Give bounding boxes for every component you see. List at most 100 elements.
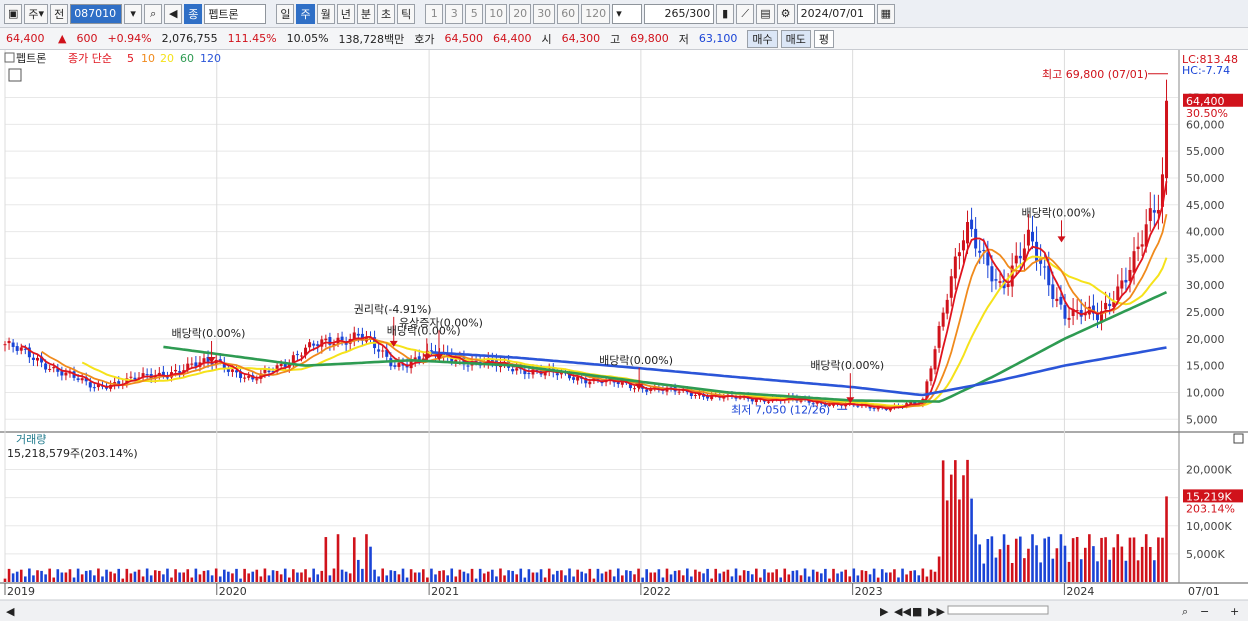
candle-type-icon[interactable]: ▮ (716, 3, 735, 24)
period-tab-3[interactable]: 년 (336, 3, 355, 24)
interval-button-5[interactable]: 5 (465, 3, 484, 24)
interval-button-1[interactable]: 1 (425, 3, 444, 24)
volume-bar (174, 569, 177, 582)
scroll-right-icon[interactable]: ▶ (880, 605, 889, 618)
period-tab-0[interactable]: 일 (276, 3, 295, 24)
volume-bar (592, 578, 596, 582)
period-tab-2[interactable]: 월 (316, 3, 335, 24)
volume-tick-label: 10,000K (1186, 520, 1232, 533)
period-tab-5[interactable]: 초 (376, 3, 396, 24)
candle-body (645, 389, 649, 392)
volume-bar (320, 570, 324, 582)
save-icon[interactable]: ▤ (756, 3, 775, 24)
stock-code-input[interactable]: 087010 (70, 3, 123, 24)
stop-icon[interactable]: ■ (912, 605, 922, 618)
volume-bar (933, 571, 937, 582)
volume-bar (706, 568, 709, 582)
candle-body (1063, 305, 1067, 319)
interval-button-10[interactable]: 10 (485, 3, 508, 24)
candle-body (60, 371, 64, 376)
volume-bar (328, 575, 332, 582)
volume-bar (361, 568, 364, 582)
volume-bar (365, 534, 368, 582)
volume-bar (117, 568, 121, 582)
volume-bar (612, 576, 616, 582)
zoom-out-icon[interactable]: − (1200, 605, 1209, 618)
candle-body (7, 340, 11, 344)
candle-body (941, 312, 945, 327)
period-tab-1[interactable]: 주 (296, 3, 315, 24)
candle-body (393, 365, 397, 367)
scope-button[interactable]: 전 (50, 3, 69, 24)
stock-name-field[interactable]: 펩트론 (204, 3, 267, 24)
interval-select[interactable]: ▾ (612, 3, 643, 24)
evaluate-button[interactable]: 평 (813, 29, 835, 48)
legend-ma-20: 20 (160, 52, 174, 65)
sell-button[interactable]: 매도 (780, 29, 811, 48)
volume-bar (1059, 534, 1063, 582)
gear-icon[interactable]: ⚙ (776, 3, 795, 24)
calendar-icon[interactable]: ▦ (876, 3, 895, 24)
volume-bar (954, 460, 957, 582)
candle-body (738, 397, 742, 399)
candle-body (340, 336, 344, 341)
candle-body (1124, 279, 1128, 283)
volume-bar (1100, 537, 1103, 582)
speaker-icon[interactable]: ◀ (164, 3, 183, 24)
interval-button-3[interactable]: 3 (445, 3, 464, 24)
period-tab-6[interactable]: 틱 (397, 3, 416, 24)
interval-button-60[interactable]: 60 (557, 3, 580, 24)
volume-bar (763, 569, 766, 582)
volume-bar (170, 577, 173, 582)
volume-bar (604, 571, 608, 582)
stock-chart[interactable]: 5,000 10,000 15,000 20,000 25,000 30,000 35,00… (0, 50, 1248, 621)
candle-body (263, 369, 267, 373)
volume-bar (438, 570, 441, 582)
interval-button-30[interactable]: 30 (533, 3, 556, 24)
volume-bar (710, 578, 713, 582)
volume-bar (474, 578, 478, 582)
scroll-left-icon[interactable]: ◀ (6, 605, 15, 618)
volume-bar (681, 575, 685, 582)
volume-bar (478, 568, 482, 582)
candle-body (52, 367, 56, 369)
candle-body (255, 379, 259, 381)
volume-bar (409, 569, 413, 582)
window-menu-icon[interactable]: ▣ (4, 3, 23, 24)
interval-button-20[interactable]: 20 (509, 3, 532, 24)
period-tab-4[interactable]: 분 (356, 3, 375, 24)
market-select[interactable]: 주 ▾ (24, 3, 49, 24)
zoom-icon[interactable]: ⌕ (1182, 605, 1188, 618)
volume-bar (673, 570, 677, 582)
bar-count-input[interactable]: 265/300 (644, 3, 715, 24)
volume-bar (982, 563, 986, 582)
volume-bar (576, 569, 579, 582)
volume-bar (198, 574, 202, 582)
candle-body (308, 342, 312, 348)
high-price: 69,800 (630, 32, 669, 45)
current-price-value: 64,400 (6, 32, 45, 45)
zoom-in-icon[interactable]: + (1230, 605, 1239, 618)
volume-bar (210, 575, 214, 582)
search-icon[interactable]: ⌕ (144, 3, 163, 24)
date-input[interactable]: 2024/07/01 (796, 3, 875, 24)
volume-bar (669, 574, 673, 582)
fast-forward-icon[interactable]: ▶▶ (928, 605, 945, 618)
candle-body (1136, 246, 1140, 250)
volume-bar (405, 577, 409, 582)
volume-bar (52, 577, 56, 582)
price-tick-label: 55,000 (1186, 145, 1225, 158)
indicator-icon[interactable]: ⟋ (736, 3, 755, 24)
volume-bar (352, 537, 356, 582)
volume-bar (76, 568, 80, 582)
candle-body (937, 326, 941, 348)
rewind-icon[interactable]: ◀◀ (894, 605, 911, 618)
volume-bar (1116, 534, 1120, 582)
volume-bar (949, 474, 953, 582)
volume-bar (275, 570, 279, 582)
volume-bar (889, 572, 892, 582)
interval-button-120[interactable]: 120 (581, 3, 611, 24)
volume-bar (121, 578, 125, 582)
code-dropdown-icon[interactable]: ▾ (124, 3, 143, 24)
buy-button[interactable]: 매수 (747, 29, 778, 48)
